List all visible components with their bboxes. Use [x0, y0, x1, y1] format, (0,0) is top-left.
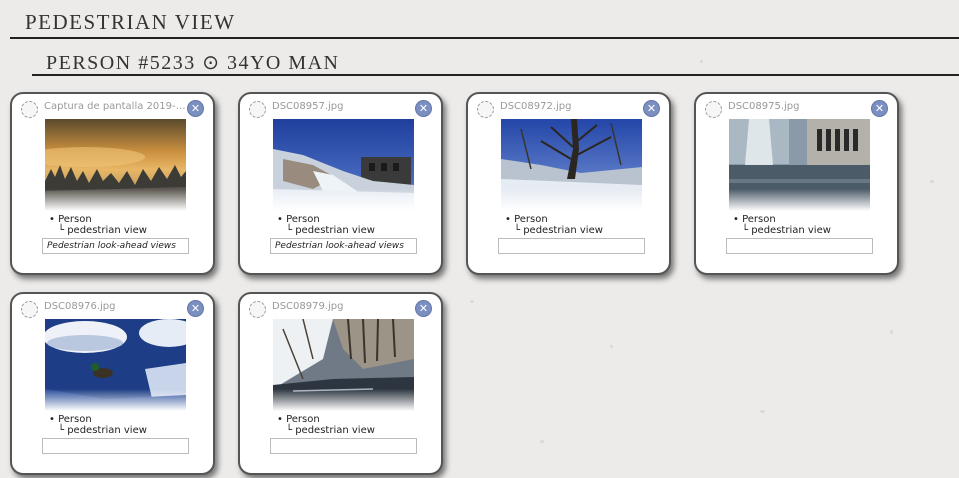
image-filename: DSC08957.jpg — [272, 101, 344, 112]
image-card[interactable]: DSC08975.jpg ✕ • Person └ pedestrian vie… — [694, 92, 899, 275]
image-filename: DSC08975.jpg — [728, 101, 800, 112]
tag-tree: • Person └ pedestrian view — [733, 214, 831, 236]
close-circle-icon[interactable]: ✕ — [871, 100, 888, 117]
caption-input[interactable] — [270, 438, 417, 454]
subtag-label: pedestrian view — [523, 225, 603, 236]
select-circle-icon[interactable] — [249, 301, 266, 318]
tag-label: Person — [742, 214, 776, 225]
select-circle-icon[interactable] — [705, 101, 722, 118]
tag-label: Person — [58, 414, 92, 425]
image-card[interactable]: DSC08979.jpg ✕ • Person └ pedestrian vie… — [238, 292, 443, 475]
image-thumbnail[interactable] — [729, 119, 870, 211]
image-filename: Captura de pantalla 2019-0... — [44, 101, 189, 112]
background-speck — [930, 180, 934, 183]
background-speck — [890, 330, 893, 334]
subtag-label: pedestrian view — [67, 225, 147, 236]
background-speck — [700, 60, 703, 63]
background-speck — [610, 345, 613, 348]
image-card[interactable]: Captura de pantalla 2019-0... ✕ • Person… — [10, 92, 215, 275]
subtag-label: pedestrian view — [295, 225, 375, 236]
image-filename: DSC08976.jpg — [44, 301, 116, 312]
subtag-label: pedestrian view — [751, 225, 831, 236]
select-circle-icon[interactable] — [249, 101, 266, 118]
image-thumbnail[interactable] — [273, 319, 414, 411]
image-card[interactable]: DSC08957.jpg ✕ • Person └ pedestrian vie… — [238, 92, 443, 275]
close-circle-icon[interactable]: ✕ — [415, 100, 432, 117]
image-filename: DSC08972.jpg — [500, 101, 572, 112]
image-thumbnail[interactable] — [45, 119, 186, 211]
close-circle-icon[interactable]: ✕ — [415, 300, 432, 317]
image-thumbnail[interactable] — [45, 319, 186, 411]
background-speck — [540, 440, 544, 443]
caption-input[interactable] — [42, 238, 189, 254]
tag-label: Person — [58, 214, 92, 225]
image-filename: DSC08979.jpg — [272, 301, 344, 312]
image-thumbnail[interactable] — [501, 119, 642, 211]
person-subtitle: PERSON #5233 ⊙ 34YO MAN — [46, 52, 340, 74]
title-divider — [10, 37, 959, 39]
image-card[interactable]: DSC08976.jpg ✕ • Person └ pedestrian vie… — [10, 292, 215, 475]
caption-input[interactable] — [726, 238, 873, 254]
tag-tree: • Person └ pedestrian view — [277, 214, 375, 236]
page-title: PEDESTRIAN VIEW — [25, 10, 236, 34]
caption-input[interactable] — [270, 238, 417, 254]
tag-label: Person — [286, 414, 320, 425]
close-circle-icon[interactable]: ✕ — [187, 100, 204, 117]
close-circle-icon[interactable]: ✕ — [187, 300, 204, 317]
tag-label: Person — [286, 214, 320, 225]
select-circle-icon[interactable] — [21, 301, 38, 318]
tag-tree: • Person └ pedestrian view — [49, 414, 147, 436]
caption-input[interactable] — [498, 238, 645, 254]
caption-input[interactable] — [42, 438, 189, 454]
tag-tree: • Person └ pedestrian view — [277, 414, 375, 436]
image-thumbnail[interactable] — [273, 119, 414, 211]
subtitle-divider — [32, 74, 959, 76]
subtag-label: pedestrian view — [67, 425, 147, 436]
close-circle-icon[interactable]: ✕ — [643, 100, 660, 117]
tag-tree: • Person └ pedestrian view — [505, 214, 603, 236]
background-speck — [470, 300, 474, 303]
subtag-label: pedestrian view — [295, 425, 375, 436]
tag-tree: • Person └ pedestrian view — [49, 214, 147, 236]
background-speck — [760, 410, 765, 413]
select-circle-icon[interactable] — [21, 101, 38, 118]
select-circle-icon[interactable] — [477, 101, 494, 118]
tag-label: Person — [514, 214, 548, 225]
image-card[interactable]: DSC08972.jpg ✕ • Person └ pedestrian vie… — [466, 92, 671, 275]
